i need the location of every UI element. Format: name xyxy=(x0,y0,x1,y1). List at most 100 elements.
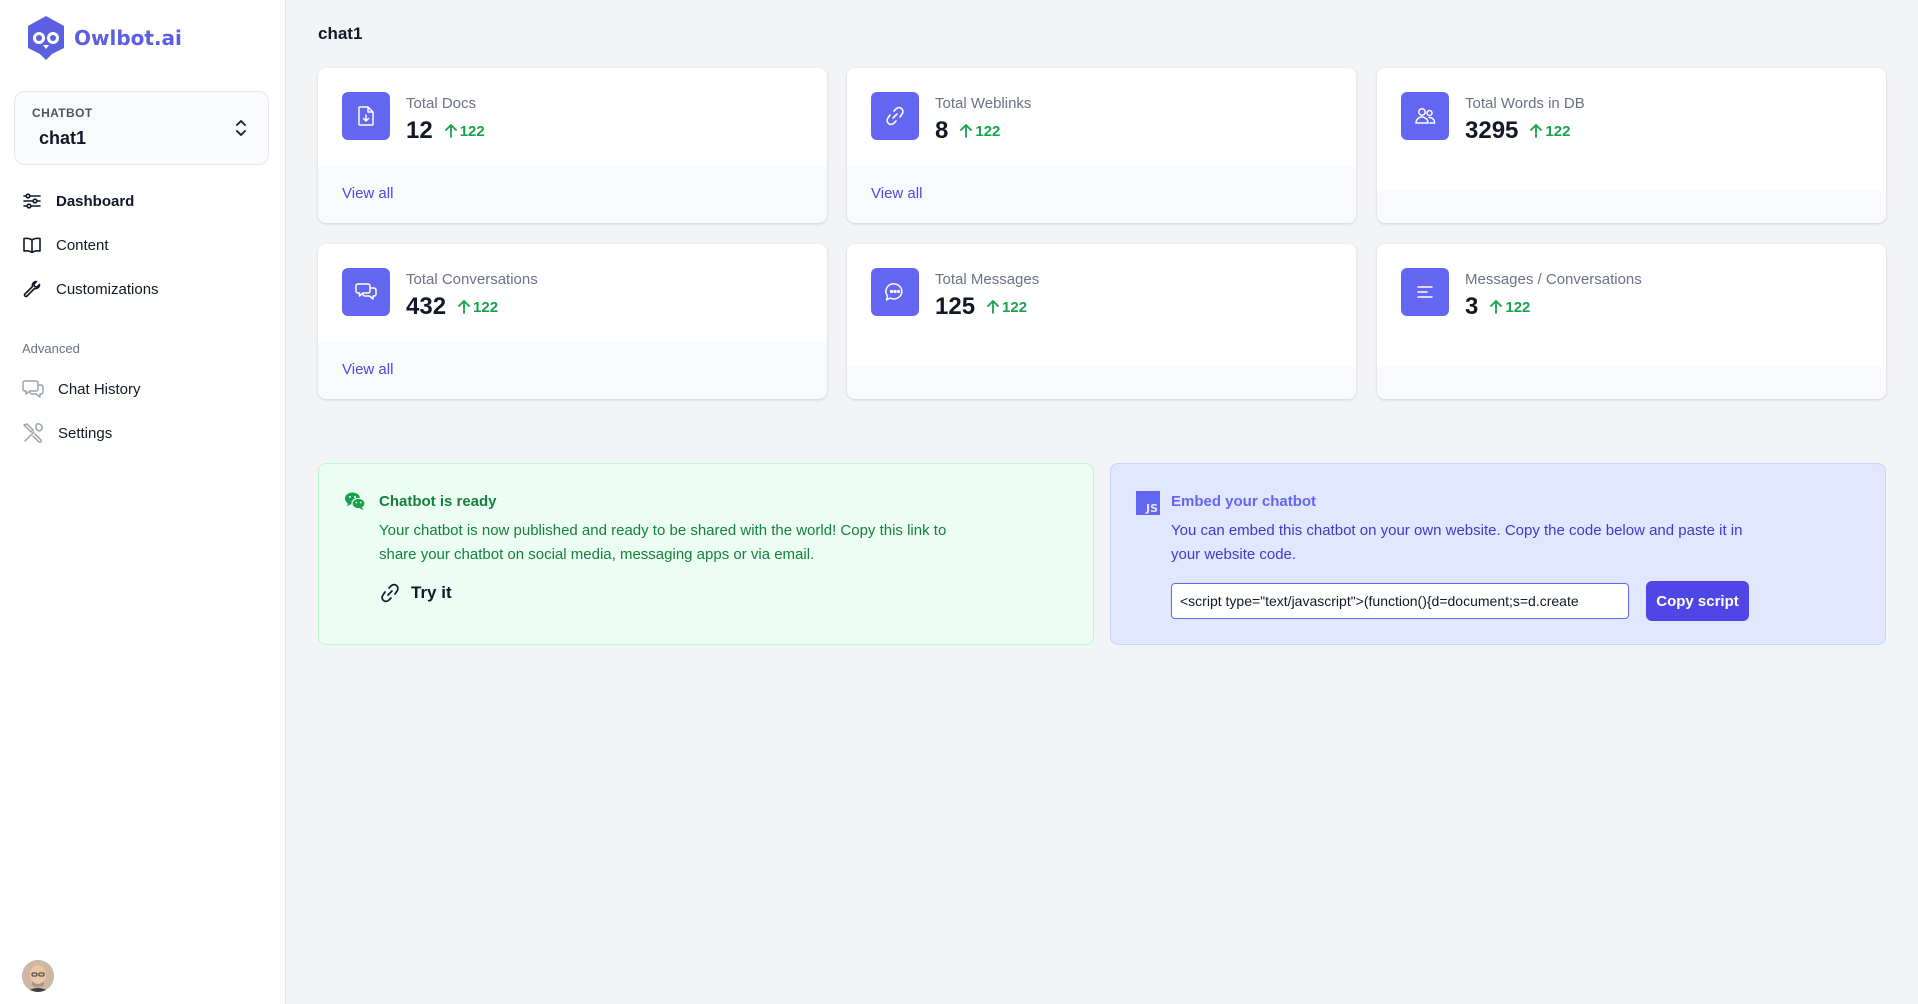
stat-value: 432 xyxy=(406,293,447,320)
stat-icon-box xyxy=(1401,268,1449,316)
stat-value-row: 3 122 xyxy=(1465,293,1530,321)
stat-delta-value: 122 xyxy=(1002,298,1028,316)
view-all-docs-link[interactable]: View all xyxy=(342,185,393,202)
stat-delta-value: 122 xyxy=(1505,298,1531,316)
stat-icon-box xyxy=(342,92,390,140)
stat-card-total-words: Total Words in DB 3295 122 xyxy=(1377,68,1886,223)
stat-card-footer: View all xyxy=(318,343,827,399)
nav-item-label: Chat History xyxy=(58,380,141,398)
avatar-image xyxy=(22,960,54,992)
stat-value: 12 xyxy=(406,117,433,144)
advanced-nav: Chat History Settings xyxy=(0,367,286,455)
nav-item-label: Settings xyxy=(58,424,113,442)
stat-delta: 122 xyxy=(444,122,485,140)
stat-delta: 122 xyxy=(1530,123,1570,140)
try-it-label: Try it xyxy=(411,583,452,602)
stat-card-footer xyxy=(847,367,1356,399)
chatbot-ready-panel: Chatbot is ready Your chatbot is now pub… xyxy=(318,463,1094,645)
stat-delta: 122 xyxy=(987,299,1027,316)
arrow-up-icon xyxy=(987,300,999,314)
stat-value-row: 125 122 xyxy=(935,293,1027,321)
chevron-up-down-icon xyxy=(236,120,246,136)
chatbot-selector-label: CHATBOT xyxy=(32,106,93,120)
arrow-up-icon xyxy=(458,300,470,314)
wrench-icon xyxy=(23,280,41,298)
embed-code-input[interactable] xyxy=(1171,583,1629,619)
stat-delta-value: 122 xyxy=(1545,122,1571,140)
wechat-icon xyxy=(345,492,366,510)
stat-card-footer: View all xyxy=(847,167,1356,223)
stat-value-row: 8 122 xyxy=(935,117,1000,145)
panel-title: Chatbot is ready xyxy=(379,493,497,510)
nav-item-customizations[interactable]: Customizations xyxy=(0,267,286,311)
nav-item-dashboard[interactable]: Dashboard xyxy=(0,179,286,223)
stat-value: 3295 xyxy=(1465,117,1519,144)
arrow-up-icon xyxy=(1490,300,1503,314)
try-it-link[interactable]: Try it xyxy=(379,582,452,604)
panel-text: Your chatbot is now published and ready … xyxy=(379,522,947,563)
stat-delta-value: 122 xyxy=(473,298,499,316)
copy-script-button[interactable]: Copy script xyxy=(1646,581,1749,621)
main-nav: Dashboard Content Customizations xyxy=(0,179,286,311)
stat-card-total-conversations: Total Conversations 432 122 View all xyxy=(318,244,827,399)
arrow-up-icon xyxy=(444,124,457,138)
chatbot-selector-value: chat1 xyxy=(39,128,87,148)
stat-label: Total Messages xyxy=(935,271,1040,288)
stat-icon-box xyxy=(1401,92,1449,140)
stat-card-footer: View all xyxy=(318,167,827,223)
user-avatar[interactable] xyxy=(22,960,54,992)
link-icon xyxy=(886,106,904,126)
app-name: Owlbot.ai xyxy=(74,26,182,50)
link-icon xyxy=(381,583,399,603)
stat-delta: 122 xyxy=(960,123,1000,140)
users-icon xyxy=(1415,108,1436,124)
stat-card-total-docs: Total Docs 12 122 View all xyxy=(318,68,827,223)
stat-label: Total Conversations xyxy=(406,271,538,288)
stat-label: Total Weblinks xyxy=(935,95,1032,112)
stat-icon-box xyxy=(871,92,919,140)
stat-card-total-weblinks: Total Weblinks 8 122 View all xyxy=(847,68,1356,223)
view-all-conversations-link[interactable]: View all xyxy=(342,361,393,378)
nav-item-label: Customizations xyxy=(56,280,159,298)
panel-title: Embed your chatbot xyxy=(1171,493,1317,510)
book-icon xyxy=(23,237,41,254)
chat-dots-icon xyxy=(885,283,903,301)
document-download-icon xyxy=(358,106,374,126)
stat-value: 8 xyxy=(935,117,949,144)
sliders-icon xyxy=(23,193,41,209)
nav-item-label: Dashboard xyxy=(56,192,135,210)
stat-label: Total Docs xyxy=(406,95,477,112)
sidebar: Owlbot.ai CHATBOT chat1 Dashboard Conten… xyxy=(0,0,286,1004)
javascript-icon: JS xyxy=(1136,491,1160,515)
text-lines-icon xyxy=(1417,286,1433,298)
stat-card-messages-per-conversation: Messages / Conversations 3 122 xyxy=(1377,244,1886,399)
stat-delta: 122 xyxy=(458,299,498,316)
app-logo[interactable]: Owlbot.ai xyxy=(26,14,182,62)
nav-item-label: Content xyxy=(56,236,109,254)
stat-value-row: 432 122 xyxy=(406,293,498,321)
chat-bubbles-icon xyxy=(22,380,44,398)
page-title: chat1 xyxy=(318,24,363,43)
panel-text: You can embed this chatbot on your own w… xyxy=(1171,522,1743,563)
stat-value: 3 xyxy=(1465,293,1479,320)
stat-card-footer xyxy=(1377,191,1886,223)
view-all-weblinks-link[interactable]: View all xyxy=(871,185,922,202)
nav-item-chat-history[interactable]: Chat History xyxy=(0,367,286,411)
stat-value-row: 3295 122 xyxy=(1465,117,1570,145)
nav-item-settings[interactable]: Settings xyxy=(0,411,286,455)
arrow-up-icon xyxy=(960,124,973,138)
chatbot-selector[interactable]: CHATBOT chat1 xyxy=(14,91,269,165)
stat-label: Total Words in DB xyxy=(1465,95,1585,112)
stat-card-footer xyxy=(1377,367,1886,399)
embed-chatbot-panel: JS Embed your chatbot You can embed this… xyxy=(1110,463,1886,645)
stat-icon-box xyxy=(871,268,919,316)
stat-delta-value: 122 xyxy=(975,122,1001,140)
tools-icon xyxy=(23,423,43,443)
nav-item-content[interactable]: Content xyxy=(0,223,286,267)
stat-value: 125 xyxy=(935,293,976,320)
stat-value-row: 12 122 xyxy=(406,117,485,145)
stat-delta: 122 xyxy=(1490,299,1530,316)
chat-bubbles-icon xyxy=(355,283,377,300)
stat-delta-value: 122 xyxy=(459,122,485,140)
stat-card-total-messages: Total Messages 125 122 xyxy=(847,244,1356,399)
